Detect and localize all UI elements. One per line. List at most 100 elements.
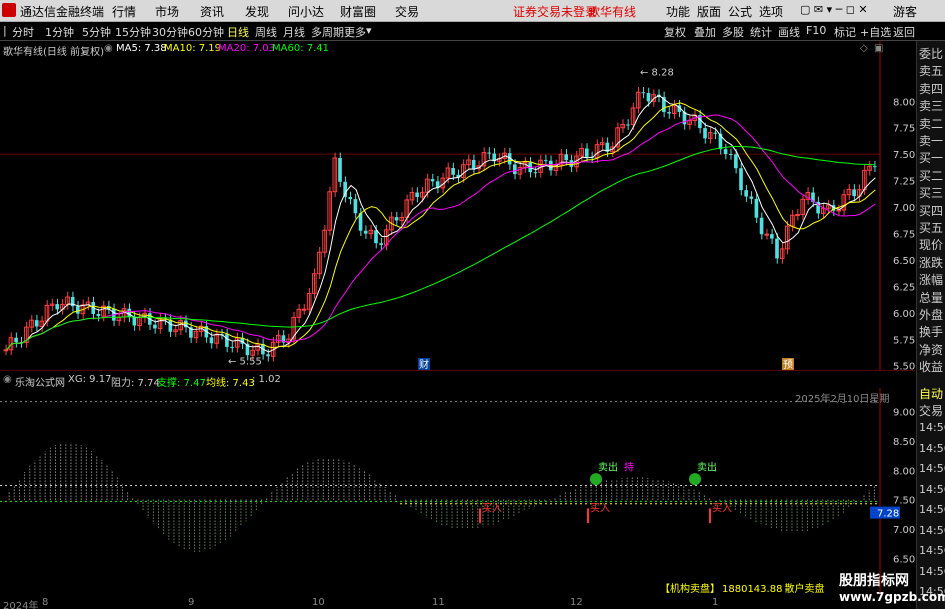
candle-body — [564, 154, 569, 161]
quote-label: 外盘 — [919, 308, 944, 322]
btn-f10[interactable]: F10 — [806, 24, 826, 37]
btn-duogu[interactable]: 多股 — [722, 24, 744, 40]
candle-body — [641, 92, 646, 94]
menu-jiaoyi[interactable]: 交易 — [395, 3, 419, 20]
price-tick: 6.25 — [893, 282, 915, 293]
sell-label: 卖出 — [697, 460, 717, 473]
period-multi[interactable]: 多周期 — [311, 24, 344, 40]
period-more[interactable]: 更多 — [344, 24, 366, 40]
menu-shichang[interactable]: 市场 — [155, 3, 179, 20]
price-tick: 7.75 — [893, 124, 915, 135]
more-chevron-icon[interactable]: ▾ — [366, 24, 372, 37]
candle-body — [533, 172, 538, 174]
period-day[interactable]: 日线 — [227, 24, 249, 40]
candle-body — [759, 217, 764, 235]
quote-panel: 委比 卖五 卖四 卖三 卖二 卖一 买一 买二 买三 买四 买五 现价 涨跌 涨幅 总量 外盘 换手 净资 收益 自动… — [916, 41, 945, 609]
ma10-label: MA10: 7.19 — [164, 43, 222, 54]
app-logo-icon — [2, 3, 16, 17]
quote-label: 买五 — [919, 221, 944, 235]
period-1min[interactable]: 1分钟 — [45, 24, 74, 40]
sub-indicator-chart[interactable]: 9.00 8.50 8.00 7.50 7.00 6.50 2025年2月10日星期 7.28… — [0, 388, 915, 593]
quote-label: 卖二 — [919, 116, 944, 131]
sell-label: 卖出 — [598, 460, 618, 473]
menu-xuanxiang[interactable]: 选项 — [759, 3, 783, 20]
candle-body — [55, 304, 60, 310]
candle-body — [626, 124, 630, 126]
sub-info-line: ◉ 乐淘公式网 XG: 9.17 阻力: 7.74 支撑: 7.47 均线: 7… — [0, 372, 880, 389]
candle-body — [744, 190, 748, 197]
candle-body — [363, 230, 368, 234]
sub-tick: 9.00 — [893, 408, 915, 419]
date-tick: 1 — [712, 597, 719, 608]
menu-hangqing[interactable]: 行情 — [112, 3, 136, 20]
btn-fuquan[interactable]: 复权 — [664, 24, 686, 40]
menu-faxian[interactable]: 发现 — [245, 3, 269, 20]
candle-body — [852, 189, 856, 197]
guest-label[interactable]: 游客 — [893, 3, 917, 20]
yu-label: 预 — [783, 359, 793, 371]
candle-body — [127, 308, 132, 317]
sub-tick: 7.50 — [893, 496, 915, 507]
window-controls[interactable]: ▢ ✉ ▾ ─ ◻ ✕ — [800, 3, 868, 16]
btn-fanhui[interactable]: 返回 — [893, 24, 915, 40]
chart-title: 歌华有线(日线 前复权) — [3, 47, 104, 58]
menu-gongneng[interactable]: 功能 — [666, 3, 690, 20]
period-week[interactable]: 周线 — [255, 24, 277, 40]
time-label: 14:56 — [919, 523, 945, 537]
btn-huaxian[interactable]: 画线 — [778, 24, 800, 40]
menu-wenxiaoda[interactable]: 问小达 — [288, 3, 324, 20]
xg-label: XG: 9.17 — [68, 374, 112, 385]
candle-body — [836, 209, 842, 212]
candle-body — [749, 196, 754, 199]
price-tick: 6.00 — [893, 309, 915, 320]
period-15min[interactable]: 15分钟 — [115, 24, 151, 40]
toolbar-back-icon[interactable]: | — [3, 24, 7, 37]
pin-icon[interactable]: ◇ — [860, 43, 868, 54]
candle-body — [703, 128, 707, 139]
btn-diejia[interactable]: 叠加 — [694, 24, 716, 40]
settings-icon[interactable]: ◉ — [104, 43, 113, 54]
quote-label: 卖五 — [919, 64, 944, 79]
candle-body — [343, 181, 347, 197]
candle-body — [584, 148, 589, 157]
quote-label: 买一 — [919, 151, 944, 166]
quote-label: 买三 — [919, 186, 944, 201]
menu-caifuquan[interactable]: 财富圈 — [340, 3, 376, 20]
period-month[interactable]: 月线 — [283, 24, 305, 40]
menu-zixun[interactable]: 资讯 — [200, 3, 224, 20]
candle-body — [734, 154, 738, 169]
sub-settings-icon[interactable]: ◉ — [3, 374, 12, 385]
zuli-label: 阻力: 7.74 — [111, 378, 160, 389]
candle-body — [775, 238, 779, 259]
candle-body — [153, 324, 157, 329]
period-60min[interactable]: 60分钟 — [188, 24, 224, 40]
period-fenshi[interactable]: 分时 — [12, 24, 34, 40]
candle-body — [667, 112, 671, 114]
btn-tongji[interactable]: 统计 — [750, 24, 772, 40]
candle-body — [646, 93, 651, 102]
junxian-label: 均线: 7.43 — [206, 378, 255, 389]
auto-label[interactable]: 自动 — [919, 385, 943, 402]
buy-label: 买入 — [482, 502, 502, 514]
period-30min[interactable]: 30分钟 — [152, 24, 188, 40]
candle-body — [209, 337, 214, 344]
candle-body — [430, 179, 435, 182]
kline-chart[interactable]: 8.00 7.75 7.50 7.25 7.00 6.75 6.50 6.25 6.00 5.75… — [0, 41, 915, 371]
ma-line — [6, 102, 876, 351]
btn-zixuan[interactable]: +自选 — [860, 24, 891, 40]
sub-title: 乐淘公式网 — [15, 378, 65, 389]
menu-banmian[interactable]: 版面 — [697, 3, 721, 20]
menu-gongshi[interactable]: 公式 — [728, 3, 752, 20]
login-warning[interactable]: 证券交易未登录 — [513, 3, 597, 20]
period-5min[interactable]: 5分钟 — [82, 24, 111, 40]
sub-tick: 8.00 — [893, 466, 915, 477]
candle-body — [230, 346, 234, 348]
btn-biaoji[interactable]: 标记 — [834, 24, 856, 40]
price-tick: 5.50 — [893, 362, 915, 371]
time-label: 14:56 — [919, 441, 945, 455]
date-tick: 11 — [432, 597, 445, 608]
layout-icon[interactable]: ▣ — [874, 43, 883, 54]
trade-label[interactable]: 交易 — [919, 402, 943, 419]
sell-dot — [689, 473, 701, 486]
candle-body — [348, 196, 353, 200]
